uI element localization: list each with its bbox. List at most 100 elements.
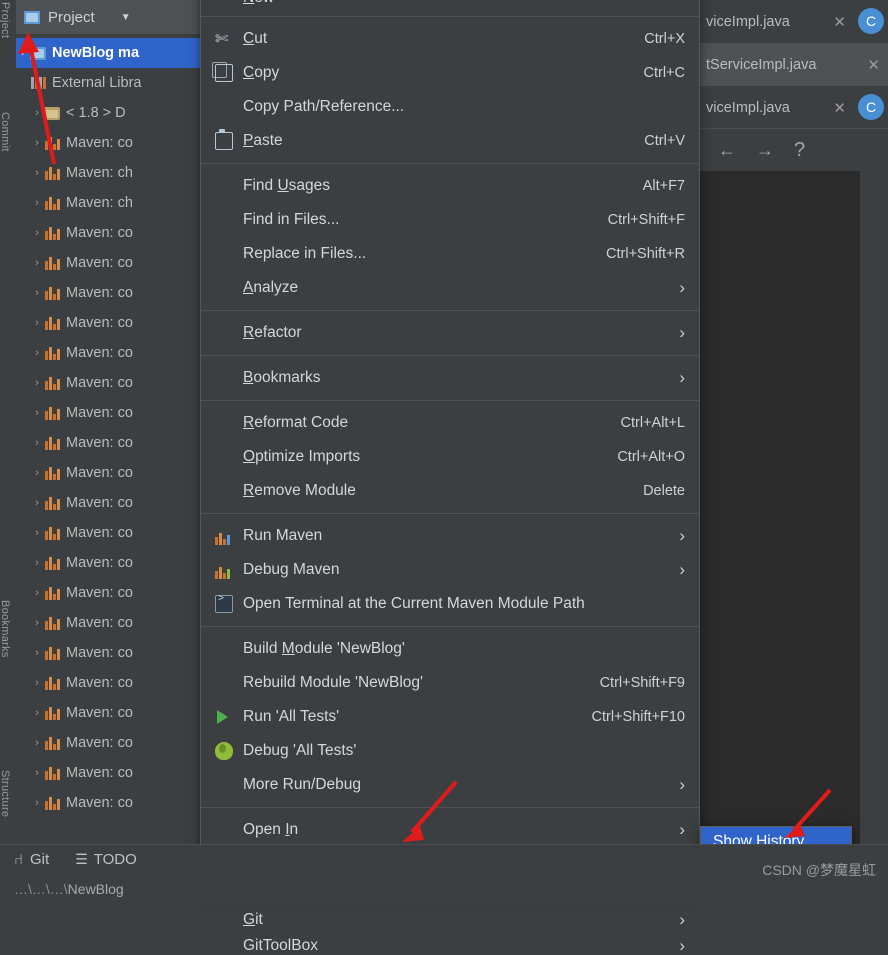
chevron-right-icon[interactable]: › [30,317,44,329]
tree-row[interactable]: › Maven: co [16,788,200,818]
chevron-right-icon[interactable]: › [30,407,44,419]
menu-item-find-usages[interactable]: Find Usages Alt+F7 [201,169,699,203]
rail-label-commit[interactable]: Commit [0,112,11,152]
menu-item-reformat-code[interactable]: Reformat Code Ctrl+Alt+L [201,406,699,440]
menu-item-refactor[interactable]: Refactor › [201,316,699,350]
chevron-right-icon[interactable]: › [30,587,44,599]
editor-tab[interactable]: viceImpl.java ✕ C [700,86,888,129]
project-tree[interactable]: › NewBlog ma External Libra › < 1.8 > D › Mave… [16,38,200,818]
chevron-right-icon[interactable]: › [30,107,44,119]
menu-item-open-in[interactable]: Open In › [201,813,699,847]
menu-item-more-run-debug[interactable]: More Run/Debug › [201,768,699,802]
chevron-right-icon: › [679,560,685,579]
close-icon[interactable]: ✕ [833,99,846,117]
editor-tab-active[interactable]: tServiceImpl.java ✕ [700,43,888,86]
menu-item-remove-module[interactable]: Remove Module Delete [201,474,699,508]
chevron-right-icon[interactable]: › [16,47,30,59]
tree-row[interactable]: › Maven: co [16,488,200,518]
tree-row[interactable]: › Maven: co [16,248,200,278]
chevron-right-icon[interactable]: › [30,497,44,509]
rail-label-structure[interactable]: Structure [0,770,11,817]
chevron-right-icon[interactable]: › [30,557,44,569]
chevron-right-icon[interactable]: › [30,227,44,239]
chevron-right-icon[interactable]: › [30,137,44,149]
chevron-right-icon[interactable]: › [30,257,44,269]
status-git-button[interactable]: ⑁ Git [14,851,49,868]
menu-item-label: Open Terminal at the Current Maven Modul… [243,595,585,612]
tree-row[interactable]: › Maven: co [16,458,200,488]
menu-item-paste[interactable]: Paste Ctrl+V [201,124,699,158]
menu-item-copy[interactable]: Copy Ctrl+C [201,56,699,90]
chevron-right-icon[interactable]: › [30,467,44,479]
rail-label-project[interactable]: Project [0,2,11,38]
help-icon[interactable]: ? [794,139,805,162]
tree-row[interactable]: › Maven: co [16,668,200,698]
tree-row[interactable]: › Maven: ch [16,158,200,188]
menu-item-analyze[interactable]: Analyze › [201,271,699,305]
menu-item-rebuild-module-newblog[interactable]: Rebuild Module 'NewBlog' Ctrl+Shift+F9 [201,666,699,700]
tree-row[interactable]: › Maven: co [16,608,200,638]
menu-item-new[interactable]: New [201,0,699,11]
chevron-right-icon[interactable]: › [30,767,44,779]
tree-row[interactable]: › Maven: co [16,638,200,668]
chevron-right-icon[interactable]: › [30,167,44,179]
chevron-right-icon[interactable]: › [30,617,44,629]
tree-row[interactable]: › Maven: co [16,728,200,758]
menu-item-debug-all-tests[interactable]: Debug 'All Tests' [201,734,699,768]
context-menu[interactable]: New Cut Ctrl+X Copy Ctrl+C Copy Path/Referenc… [200,0,700,955]
chevron-right-icon[interactable]: › [30,437,44,449]
tree-row[interactable]: › Maven: co [16,518,200,548]
menu-item-cut[interactable]: Cut Ctrl+X [201,22,699,56]
chevron-down-icon[interactable]: ▼ [121,12,131,23]
tree-row[interactable]: › NewBlog ma [16,38,200,68]
tree-row[interactable]: External Libra [16,68,200,98]
menu-item-bookmarks[interactable]: Bookmarks › [201,361,699,395]
menu-item-run-maven[interactable]: Run Maven › [201,519,699,553]
tree-row[interactable]: › < 1.8 > D [16,98,200,128]
menu-item-git[interactable]: Git › [201,903,699,937]
tree-row[interactable]: › Maven: co [16,578,200,608]
close-icon[interactable]: ✕ [833,13,846,31]
chevron-right-icon[interactable]: › [30,287,44,299]
status-todo-button[interactable]: ☰ TODO [75,851,137,868]
tree-row[interactable]: › Maven: co [16,428,200,458]
tree-row[interactable]: › Maven: co [16,398,200,428]
tree-row[interactable]: › Maven: co [16,368,200,398]
menu-item-find-in-files[interactable]: Find in Files... Ctrl+Shift+F [201,203,699,237]
menu-item-optimize-imports[interactable]: Optimize Imports Ctrl+Alt+O [201,440,699,474]
rail-label-bookmarks[interactable]: Bookmarks [0,600,11,658]
close-icon[interactable]: ✕ [867,56,880,74]
tree-row[interactable]: › Maven: co [16,128,200,158]
tree-row[interactable]: › Maven: co [16,218,200,248]
forward-arrow-icon[interactable]: → [756,140,774,161]
tree-row[interactable]: › Maven: co [16,548,200,578]
tree-row[interactable]: › Maven: ch [16,188,200,218]
tree-row[interactable]: › Maven: co [16,338,200,368]
menu-item-build-module-newblog[interactable]: Build Module 'NewBlog' [201,632,699,666]
chevron-right-icon[interactable]: › [30,737,44,749]
menu-item-open-terminal-at-the-current-maven-module-path[interactable]: Open Terminal at the Current Maven Modul… [201,587,699,621]
chevron-right-icon[interactable]: › [30,797,44,809]
chevron-right-icon[interactable]: › [30,347,44,359]
chevron-right-icon[interactable]: › [30,677,44,689]
menu-item-debug-maven[interactable]: Debug Maven › [201,553,699,587]
menu-item-run-all-tests[interactable]: Run 'All Tests' Ctrl+Shift+F10 [201,700,699,734]
menu-item-label: Debug 'All Tests' [243,742,357,759]
back-arrow-icon[interactable]: ← [718,140,736,161]
menu-item-replace-in-files[interactable]: Replace in Files... Ctrl+Shift+R [201,237,699,271]
chevron-right-icon[interactable]: › [30,377,44,389]
tree-row[interactable]: › Maven: co [16,278,200,308]
project-panel-header[interactable]: Project ▼ [16,0,200,34]
chevron-right-icon[interactable]: › [30,707,44,719]
menu-item-copy-path-reference[interactable]: Copy Path/Reference... [201,90,699,124]
chevron-right-icon[interactable]: › [30,197,44,209]
tree-row[interactable]: › Maven: co [16,758,200,788]
menu-item-gittoolbox[interactable]: GitToolBox › [201,937,699,955]
chevron-right-icon: › [679,820,685,839]
tree-row[interactable]: › Maven: co [16,308,200,338]
tree-row-label: Maven: co [66,465,133,481]
editor-tab[interactable]: viceImpl.java ✕ C [700,0,888,43]
chevron-right-icon[interactable]: › [30,527,44,539]
chevron-right-icon[interactable]: › [30,647,44,659]
tree-row[interactable]: › Maven: co [16,698,200,728]
